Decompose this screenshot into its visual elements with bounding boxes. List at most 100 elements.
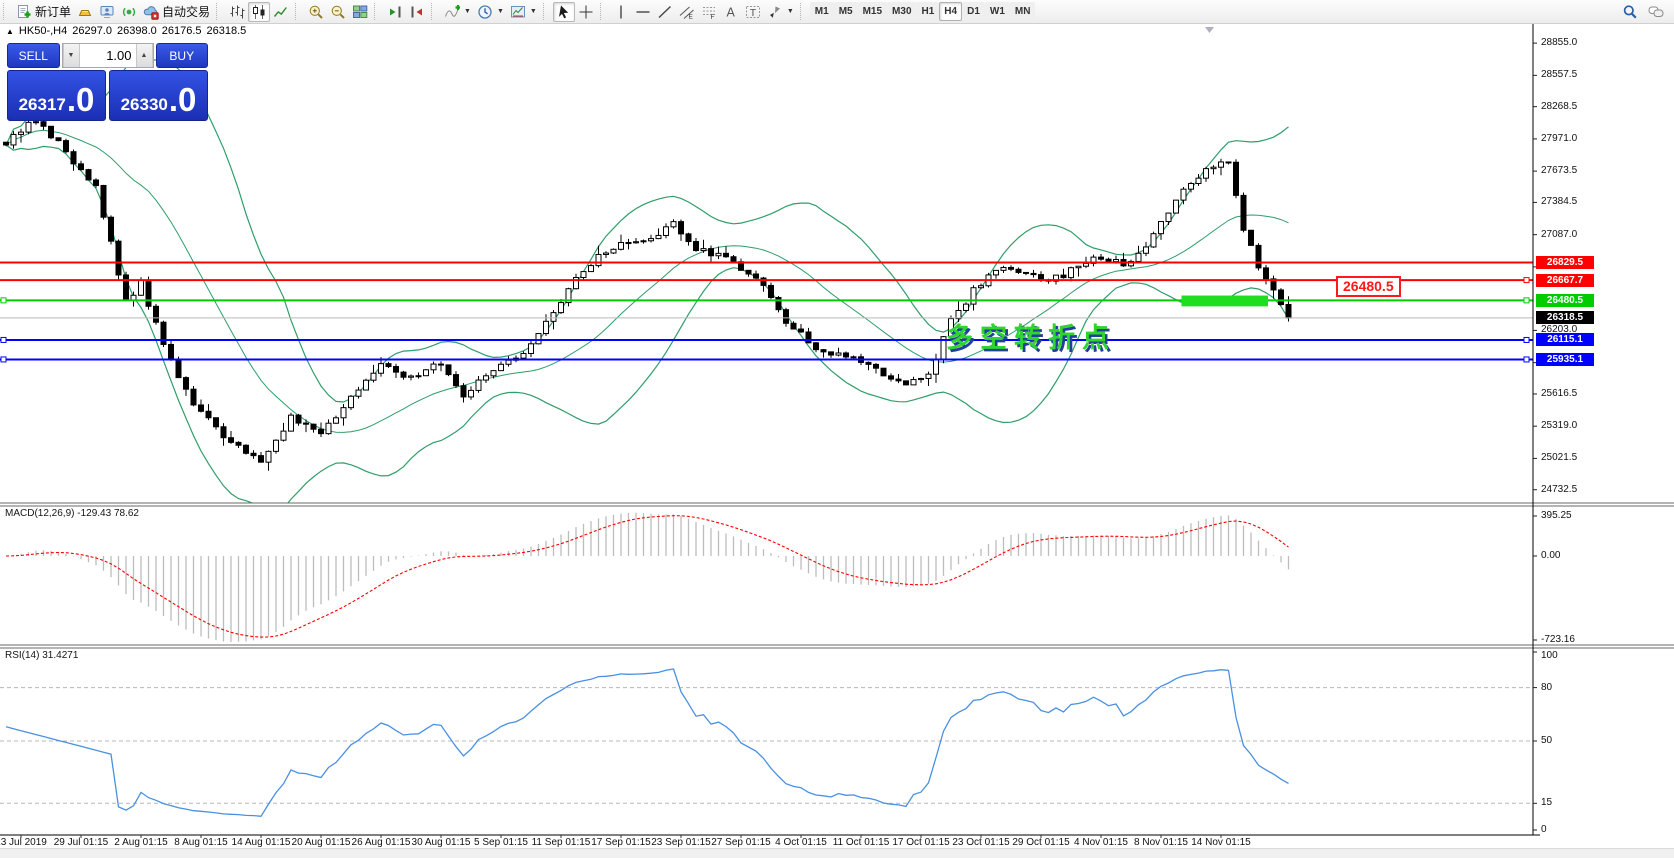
dropdown-caret-icon[interactable]: ▼ [787,8,794,15]
market-button[interactable] [74,2,96,22]
zoom-out-icon [330,4,346,20]
price-line-badge: 26115.1 [1536,333,1594,347]
text-button[interactable]: A [720,2,742,22]
rsi-panel [0,668,1533,817]
timeframe-w1-button[interactable]: W1 [984,2,1010,21]
indicators-button[interactable]: ▼ [441,2,474,22]
timeframe-m30-button[interactable]: M30 [887,2,917,21]
signals-button[interactable] [118,2,140,22]
timeframe-mn-button[interactable]: MN [1009,2,1036,21]
buy-button[interactable]: BUY [155,43,208,68]
macd-scale-label: 0.00 [1541,550,1561,561]
rsi-line [5,668,1289,817]
periods-button[interactable]: ▼ [474,2,507,22]
candlestick-icon [251,4,267,20]
text-label-button[interactable]: T [742,2,764,22]
chart-canvas[interactable] [0,24,1674,848]
tile-windows-button[interactable] [349,2,371,22]
autoscroll-button[interactable] [384,2,406,22]
dropdown-caret-icon[interactable]: ▼ [530,8,537,15]
collapse-trade-panel-icon[interactable]: ▲ [6,27,14,36]
chat-icon[interactable] [1648,4,1664,20]
close-value: 26318.5 [206,25,247,37]
dropdown-caret-icon[interactable]: ▼ [464,8,471,15]
line-chart-icon [273,4,289,20]
new-order-icon [16,4,32,20]
line-handle[interactable] [1523,277,1530,284]
date-axis-label: 23 Oct 01:15 [952,837,1010,848]
chart-annotation-text: 多空转折点 [946,323,1116,353]
line-chart-button[interactable] [270,2,292,22]
channel-icon: E [679,4,695,20]
buy-price-pips: .0 [168,80,197,118]
zoom-out-button[interactable] [327,2,349,22]
candlestick-button[interactable] [248,1,271,22]
cursor-button[interactable] [552,1,575,22]
price-axis-label: 25021.5 [1541,452,1578,464]
arrows-button[interactable]: ▼ [764,2,797,22]
svg-text:T: T [750,7,757,19]
date-axis-label: 23 Jul 2019 [0,837,47,848]
date-axis-label: 4 Nov 01:15 [1074,837,1128,848]
sell-price-pips: .0 [66,80,95,118]
new-order-button[interactable]: 新订单 [13,2,74,22]
community-icon [99,4,115,20]
candles[interactable] [3,117,1292,471]
bar-chart-button[interactable] [226,2,248,22]
date-axis-label: 27 Sep 01:15 [711,837,771,848]
trendline-button[interactable] [654,2,676,22]
rsi-scale-label: 0 [1541,824,1547,835]
volume-increase-button[interactable]: ▲ [135,44,153,67]
svg-text:E: E [688,13,693,20]
horizontal-line-button[interactable] [632,2,654,22]
timeframe-m5-button[interactable]: M5 [833,2,858,21]
vertical-line-button[interactable] [610,2,632,22]
volume-stepper: ▼ ▲ [61,43,154,68]
svg-text:A: A [726,5,735,19]
buy-price-main: 26330 [120,95,168,114]
crosshair-button[interactable] [575,2,597,22]
line-handle[interactable] [1523,297,1530,304]
rsi-scale-label: 50 [1541,735,1553,746]
timeframe-d1-button[interactable]: D1 [962,2,985,21]
community-button[interactable] [96,2,118,22]
date-axis-label: 29 Oct 01:15 [1012,837,1070,848]
timeframe-h1-button[interactable]: H1 [916,2,940,21]
macd-scale-label: 395.25 [1541,510,1572,521]
line-handle[interactable] [1523,356,1530,363]
date-axis-label: 8 Nov 01:15 [1134,837,1188,848]
autoscroll-icon [387,4,403,20]
zoom-in-button[interactable] [305,2,327,22]
volume-input[interactable] [79,44,136,67]
autotrading-icon [143,4,159,20]
chart-shift-button[interactable] [406,2,428,22]
price-axis-label: 27087.0 [1541,228,1578,240]
dropdown-caret-icon[interactable]: ▼ [497,8,504,15]
line-handle[interactable] [0,297,7,304]
date-axis-label: 26 Aug 01:15 [351,837,411,848]
line-handle[interactable] [0,336,7,343]
timeframe-m15-button[interactable]: M15 [857,2,888,21]
timeframe-h4-button[interactable]: H4 [939,2,963,21]
toolbar-separator [374,3,380,20]
sell-button[interactable]: SELL [7,43,60,68]
buy-price[interactable]: 26330.0 [109,70,208,121]
volume-decrease-button[interactable]: ▼ [62,44,80,67]
template-button[interactable]: ▼ [507,2,540,22]
bar-chart-icon [229,4,245,20]
line-handle[interactable] [0,356,7,363]
date-axis-label: 11 Sep 01:15 [531,837,591,848]
bollinger-bands [5,59,1290,503]
chart-window: ▲ HK50-,H4 26297.0 26398.0 26176.5 26318.5 SE… [0,24,1674,858]
indicators-icon [444,4,461,20]
date-axis-label: 29 Jul 01:15 [53,837,109,848]
line-handle[interactable] [1523,336,1530,343]
timeframe-m1-button[interactable]: M1 [809,2,834,21]
fibonacci-button[interactable]: F [698,2,720,22]
fibonacci-icon: F [701,4,717,20]
autotrading-button[interactable]: 自动交易 [140,2,213,22]
sell-price[interactable]: 26317.0 [7,70,106,121]
channel-button[interactable]: E [676,2,698,22]
search-icon[interactable] [1622,4,1638,20]
highlight-rectangle-object[interactable] [1181,295,1269,307]
